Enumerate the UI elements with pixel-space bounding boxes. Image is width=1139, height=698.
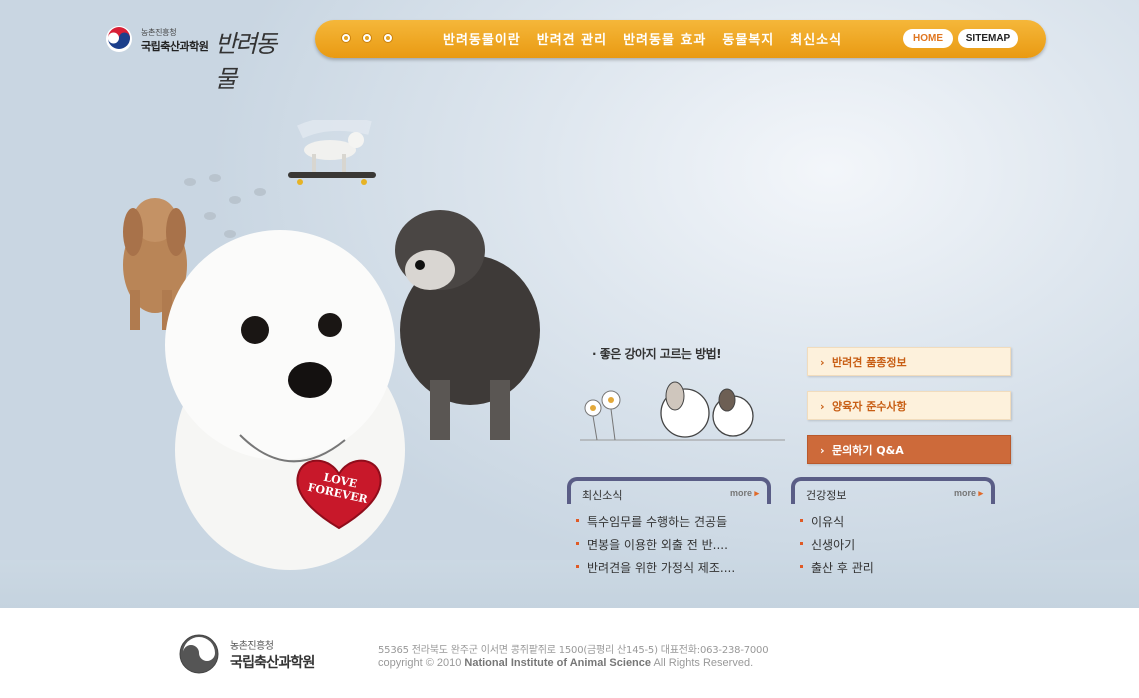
nav-item-care[interactable]: 반려견 관리 [537, 29, 607, 48]
footer-org-name: 국립축산과학원 [230, 655, 315, 671]
skateboard-dog-image [288, 120, 376, 185]
site-logo[interactable]: 농촌진흥청 국립축산과학원 반려동물 [105, 24, 295, 93]
footer-copyright: copyright © 2010 National Institute of A… [378, 657, 753, 669]
news-item[interactable]: 반려견을 위한 가정식 제조.... [575, 559, 735, 582]
copyright-prefix: copyright © 2010 [378, 657, 462, 669]
news-item[interactable]: 특수임무를 수행하는 견공들 [575, 513, 735, 536]
news-more-link[interactable]: more [730, 488, 759, 499]
promo-title[interactable]: · 좋은 강아지 고르는 방법! [592, 345, 722, 362]
sitemap-button[interactable]: SITEMAP [958, 29, 1018, 48]
board-title: 건강정보 [806, 489, 847, 502]
board-title: 최신소식 [582, 489, 623, 502]
copyright-suffix: All Rights Reserved. [653, 657, 754, 669]
nav-menu: 반려동물이란 반려견 관리 반려동물 효과 동물복지 최신소식 [443, 29, 858, 48]
footer-org-parent: 농촌진흥청 [230, 641, 274, 652]
footer: 농촌진흥청 국립축산과학원 55365 전라북도 완주군 이서면 콩쥐팥쥐로 1… [0, 608, 1139, 698]
footer-address: 55365 전라북도 완주군 이서면 콩쥐팥쥐로 1500(금평리 산145-5… [378, 645, 769, 656]
nav-dot [362, 33, 372, 43]
brand-title: 반려동물 [215, 30, 277, 93]
nav-dot [383, 33, 393, 43]
qna-button[interactable]: 문의하기 Q&A [807, 435, 1011, 465]
nav-item-news[interactable]: 최신소식 [790, 29, 842, 48]
owner-rules-button[interactable]: 양육자 준수사항 [807, 391, 1011, 421]
maltese-image [165, 230, 405, 570]
health-more-link[interactable]: more [954, 488, 983, 499]
news-item[interactable]: 면봉을 이용한 외출 전 반.... [575, 536, 735, 559]
copyright-org: National Institute of Animal Science [464, 657, 652, 669]
promo-illustration[interactable] [575, 368, 790, 448]
hero-stage: 농촌진흥청 국립축산과학원 반려동물 반려동물이란 반려견 관리 반려동물 효과… [0, 0, 1139, 608]
home-button[interactable]: HOME [903, 29, 953, 48]
org-parent: 농촌진흥청 [141, 28, 177, 37]
news-list: 특수임무를 수행하는 견공들 면봉을 이용한 외출 전 반.... 반려견을 위… [575, 513, 735, 582]
korea-emblem-icon [179, 634, 219, 674]
breed-info-button[interactable]: 반려견 품종정보 [807, 347, 1011, 377]
health-item[interactable]: 이유식 [799, 513, 874, 536]
main-nav: 반려동물이란 반려견 관리 반려동물 효과 동물복지 최신소식 HOME SIT… [315, 20, 1046, 58]
health-item[interactable]: 출산 후 관리 [799, 559, 874, 582]
nav-item-about[interactable]: 반려동물이란 [443, 29, 521, 48]
health-item[interactable]: 신생아기 [799, 536, 874, 559]
nav-item-effects[interactable]: 반려동물 효과 [623, 29, 706, 48]
org-name: 국립축산과학원 [141, 40, 209, 53]
korea-emblem-icon [106, 26, 132, 52]
nav-item-welfare[interactable]: 동물복지 [722, 29, 774, 48]
nav-dot [341, 33, 351, 43]
health-list: 이유식 신생아기 출산 후 관리 [799, 513, 874, 582]
love-forever-tag: LOVE FOREVER [292, 456, 386, 530]
footer-logo: 농촌진흥청 국립축산과학원 [179, 632, 349, 674]
